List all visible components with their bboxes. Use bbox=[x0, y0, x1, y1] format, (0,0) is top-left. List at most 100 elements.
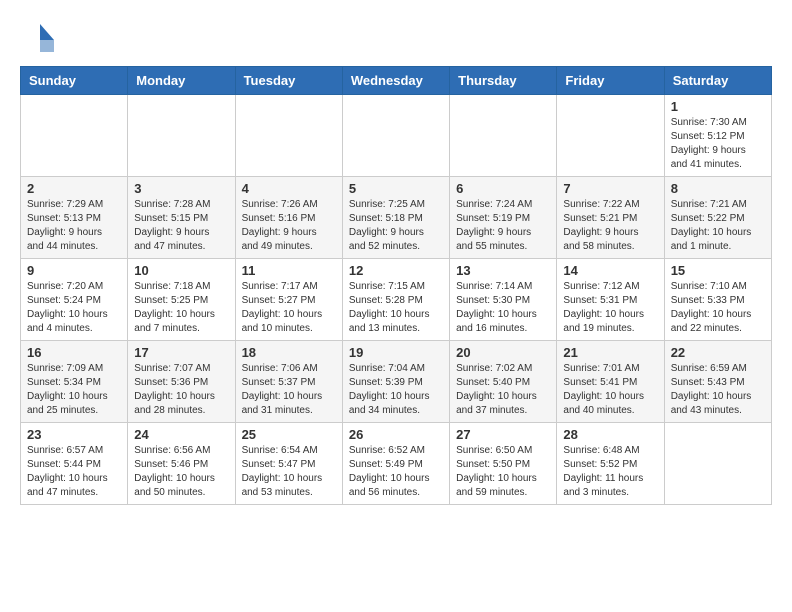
day-cell: 2 Sunrise: 7:29 AM Sunset: 5:13 PM Daylig… bbox=[21, 177, 128, 259]
day-number: 12 bbox=[349, 263, 443, 278]
weekday-header-thursday: Thursday bbox=[450, 67, 557, 95]
day-info: Sunrise: 7:15 AM Sunset: 5:28 PM Dayligh… bbox=[349, 280, 443, 336]
day-cell: 11Sunrise: 7:17 AM Sunset: 5:27 PM Dayli… bbox=[235, 259, 342, 341]
day-cell: 18Sunrise: 7:06 AM Sunset: 5:37 PM Dayli… bbox=[235, 341, 342, 423]
day-cell: 23 Sunrise: 6:57 AM Sunset: 5:44 PM Dayli… bbox=[21, 423, 128, 505]
day-info: Sunrise: 7:26 AM Sunset: 5:16 PM Dayligh… bbox=[242, 198, 336, 254]
day-info: Sunrise: 7:07 AM Sunset: 5:36 PM Dayligh… bbox=[134, 362, 228, 418]
day-cell: 27 Sunrise: 6:50 AM Sunset: 5:50 PM Dayli… bbox=[450, 423, 557, 505]
day-info: Sunrise: 6:52 AM Sunset: 5:49 PM Dayligh… bbox=[349, 444, 443, 500]
day-info: Sunrise: 7:10 AM Sunset: 5:33 PM Dayligh… bbox=[671, 280, 765, 336]
day-cell bbox=[235, 95, 342, 177]
weekday-header-row: SundayMondayTuesdayWednesdayThursdayFrid… bbox=[21, 67, 772, 95]
weekday-header-monday: Monday bbox=[128, 67, 235, 95]
day-number: 16 bbox=[27, 345, 121, 360]
day-cell: 19 Sunrise: 7:04 AM Sunset: 5:39 PM Dayli… bbox=[342, 341, 449, 423]
day-info: Sunrise: 6:50 AM Sunset: 5:50 PM Dayligh… bbox=[456, 444, 550, 500]
day-number: 4 bbox=[242, 181, 336, 196]
day-info: Sunrise: 7:18 AM Sunset: 5:25 PM Dayligh… bbox=[134, 280, 228, 336]
day-info: Sunrise: 7:01 AM Sunset: 5:41 PM Dayligh… bbox=[563, 362, 657, 418]
day-number: 27 bbox=[456, 427, 550, 442]
week-row-5: 23 Sunrise: 6:57 AM Sunset: 5:44 PM Dayli… bbox=[21, 423, 772, 505]
day-cell: 16 Sunrise: 7:09 AM Sunset: 5:34 PM Dayli… bbox=[21, 341, 128, 423]
day-info: Sunrise: 6:57 AM Sunset: 5:44 PM Dayligh… bbox=[27, 444, 121, 500]
day-number: 7 bbox=[563, 181, 657, 196]
day-number: 2 bbox=[27, 181, 121, 196]
day-number: 14 bbox=[563, 263, 657, 278]
day-info: Sunrise: 6:54 AM Sunset: 5:47 PM Dayligh… bbox=[242, 444, 336, 500]
day-cell bbox=[342, 95, 449, 177]
day-number: 1 bbox=[671, 99, 765, 114]
weekday-header-tuesday: Tuesday bbox=[235, 67, 342, 95]
week-row-4: 16 Sunrise: 7:09 AM Sunset: 5:34 PM Dayli… bbox=[21, 341, 772, 423]
day-number: 23 bbox=[27, 427, 121, 442]
day-number: 24 bbox=[134, 427, 228, 442]
logo bbox=[20, 20, 60, 56]
day-cell: 24 Sunrise: 6:56 AM Sunset: 5:46 PM Dayli… bbox=[128, 423, 235, 505]
day-info: Sunrise: 7:28 AM Sunset: 5:15 PM Dayligh… bbox=[134, 198, 228, 254]
day-cell: 4 Sunrise: 7:26 AM Sunset: 5:16 PM Daylig… bbox=[235, 177, 342, 259]
day-number: 19 bbox=[349, 345, 443, 360]
day-cell: 10 Sunrise: 7:18 AM Sunset: 5:25 PM Dayli… bbox=[128, 259, 235, 341]
day-cell: 28 Sunrise: 6:48 AM Sunset: 5:52 PM Dayli… bbox=[557, 423, 664, 505]
weekday-header-sunday: Sunday bbox=[21, 67, 128, 95]
day-number: 17 bbox=[134, 345, 228, 360]
day-cell: 15 Sunrise: 7:10 AM Sunset: 5:33 PM Dayli… bbox=[664, 259, 771, 341]
day-cell bbox=[557, 95, 664, 177]
day-cell: 1 Sunrise: 7:30 AM Sunset: 5:12 PM Daylig… bbox=[664, 95, 771, 177]
day-cell: 13 Sunrise: 7:14 AM Sunset: 5:30 PM Dayli… bbox=[450, 259, 557, 341]
day-cell: 14 Sunrise: 7:12 AM Sunset: 5:31 PM Dayli… bbox=[557, 259, 664, 341]
day-info: Sunrise: 7:30 AM Sunset: 5:12 PM Dayligh… bbox=[671, 116, 765, 172]
day-info: Sunrise: 7:14 AM Sunset: 5:30 PM Dayligh… bbox=[456, 280, 550, 336]
day-cell: 25 Sunrise: 6:54 AM Sunset: 5:47 PM Dayli… bbox=[235, 423, 342, 505]
day-info: Sunrise: 7:04 AM Sunset: 5:39 PM Dayligh… bbox=[349, 362, 443, 418]
week-row-2: 2 Sunrise: 7:29 AM Sunset: 5:13 PM Daylig… bbox=[21, 177, 772, 259]
day-info: Sunrise: 7:29 AM Sunset: 5:13 PM Dayligh… bbox=[27, 198, 121, 254]
day-number: 21 bbox=[563, 345, 657, 360]
day-number: 13 bbox=[456, 263, 550, 278]
day-info: Sunrise: 7:06 AM Sunset: 5:37 PM Dayligh… bbox=[242, 362, 336, 418]
day-cell: 3 Sunrise: 7:28 AM Sunset: 5:15 PM Daylig… bbox=[128, 177, 235, 259]
day-info: Sunrise: 7:09 AM Sunset: 5:34 PM Dayligh… bbox=[27, 362, 121, 418]
day-cell: 26 Sunrise: 6:52 AM Sunset: 5:49 PM Dayli… bbox=[342, 423, 449, 505]
day-info: Sunrise: 7:12 AM Sunset: 5:31 PM Dayligh… bbox=[563, 280, 657, 336]
page-header bbox=[20, 20, 772, 56]
week-row-1: 1 Sunrise: 7:30 AM Sunset: 5:12 PM Daylig… bbox=[21, 95, 772, 177]
day-number: 15 bbox=[671, 263, 765, 278]
day-cell: 17 Sunrise: 7:07 AM Sunset: 5:36 PM Dayli… bbox=[128, 341, 235, 423]
weekday-header-wednesday: Wednesday bbox=[342, 67, 449, 95]
day-cell: 12 Sunrise: 7:15 AM Sunset: 5:28 PM Dayli… bbox=[342, 259, 449, 341]
day-cell: 9 Sunrise: 7:20 AM Sunset: 5:24 PM Daylig… bbox=[21, 259, 128, 341]
day-number: 10 bbox=[134, 263, 228, 278]
day-info: Sunrise: 7:20 AM Sunset: 5:24 PM Dayligh… bbox=[27, 280, 121, 336]
day-info: Sunrise: 6:48 AM Sunset: 5:52 PM Dayligh… bbox=[563, 444, 657, 500]
day-number: 9 bbox=[27, 263, 121, 278]
day-number: 20 bbox=[456, 345, 550, 360]
day-cell: 5 Sunrise: 7:25 AM Sunset: 5:18 PM Daylig… bbox=[342, 177, 449, 259]
day-cell: 7Sunrise: 7:22 AM Sunset: 5:21 PM Daylig… bbox=[557, 177, 664, 259]
calendar-table: SundayMondayTuesdayWednesdayThursdayFrid… bbox=[20, 66, 772, 505]
logo-icon bbox=[20, 20, 56, 56]
day-cell bbox=[450, 95, 557, 177]
day-number: 11 bbox=[242, 263, 336, 278]
week-row-3: 9 Sunrise: 7:20 AM Sunset: 5:24 PM Daylig… bbox=[21, 259, 772, 341]
day-info: Sunrise: 6:59 AM Sunset: 5:43 PM Dayligh… bbox=[671, 362, 765, 418]
day-number: 6 bbox=[456, 181, 550, 196]
day-cell: 21 Sunrise: 7:01 AM Sunset: 5:41 PM Dayli… bbox=[557, 341, 664, 423]
day-number: 28 bbox=[563, 427, 657, 442]
day-info: Sunrise: 6:56 AM Sunset: 5:46 PM Dayligh… bbox=[134, 444, 228, 500]
day-number: 3 bbox=[134, 181, 228, 196]
day-cell bbox=[128, 95, 235, 177]
day-cell bbox=[21, 95, 128, 177]
weekday-header-saturday: Saturday bbox=[664, 67, 771, 95]
day-number: 25 bbox=[242, 427, 336, 442]
day-number: 5 bbox=[349, 181, 443, 196]
day-cell: 8Sunrise: 7:21 AM Sunset: 5:22 PM Daylig… bbox=[664, 177, 771, 259]
day-info: Sunrise: 7:02 AM Sunset: 5:40 PM Dayligh… bbox=[456, 362, 550, 418]
day-cell bbox=[664, 423, 771, 505]
day-cell: 22Sunrise: 6:59 AM Sunset: 5:43 PM Dayli… bbox=[664, 341, 771, 423]
day-info: Sunrise: 7:24 AM Sunset: 5:19 PM Dayligh… bbox=[456, 198, 550, 254]
day-info: Sunrise: 7:21 AM Sunset: 5:22 PM Dayligh… bbox=[671, 198, 765, 254]
day-info: Sunrise: 7:25 AM Sunset: 5:18 PM Dayligh… bbox=[349, 198, 443, 254]
day-number: 26 bbox=[349, 427, 443, 442]
